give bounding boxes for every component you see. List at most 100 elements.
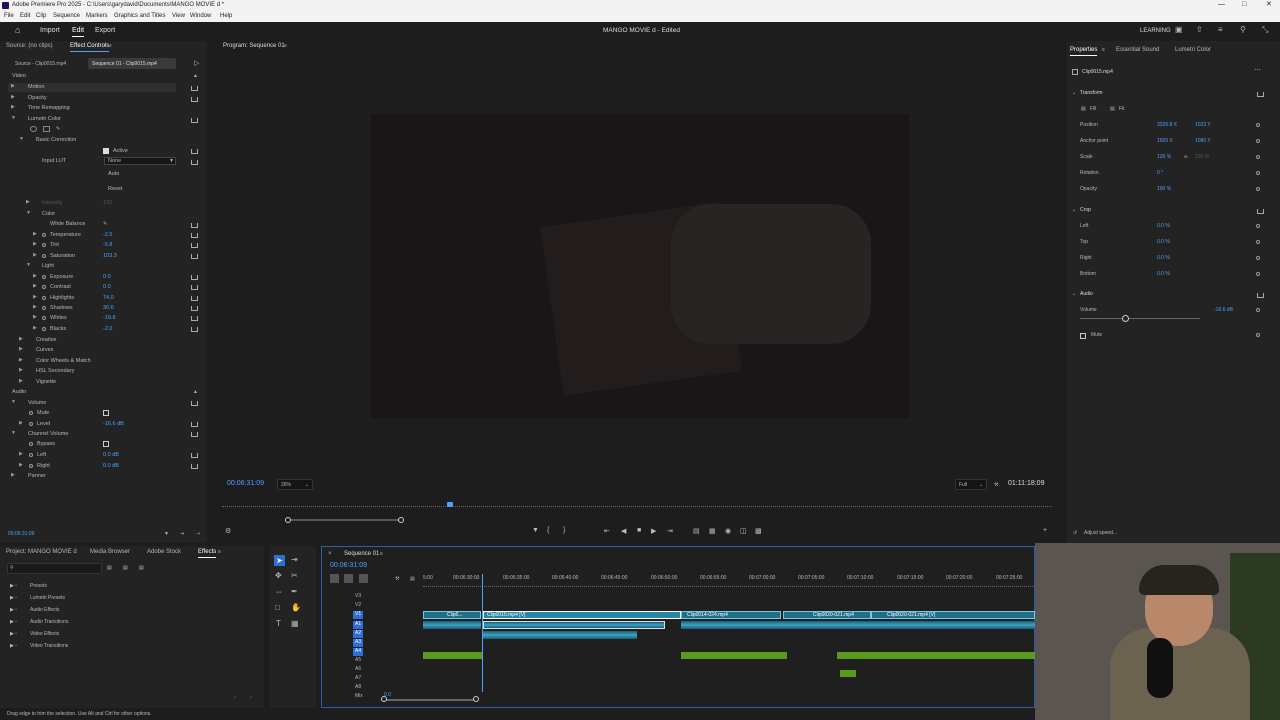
expand-panner-icon[interactable]: ▶: [11, 472, 15, 478]
collapse-volume-icon[interactable]: ▼: [11, 399, 16, 405]
pen-mask-icon[interactable]: ✎: [56, 124, 60, 134]
stop-button[interactable]: ■: [637, 527, 641, 534]
expand-intensity-icon[interactable]: ▶: [26, 199, 30, 205]
blacks-stopwatch-icon[interactable]: [42, 327, 46, 331]
rotation-value[interactable]: 0 °: [1157, 168, 1163, 178]
caption-tool-icon[interactable]: ▦: [291, 619, 299, 629]
crop-right-keyframe-icon[interactable]: [1256, 256, 1260, 260]
timeline-close-icon[interactable]: ×: [328, 549, 332, 559]
shadows-value[interactable]: 30.6: [103, 303, 114, 313]
expand-motion-icon[interactable]: ▶: [11, 83, 15, 89]
scale-keyframe-icon[interactable]: [1256, 155, 1260, 159]
collapse-basic-correction-icon[interactable]: ▼: [19, 136, 24, 142]
reset-wb-icon[interactable]: [191, 223, 198, 228]
exposure-stopwatch-icon[interactable]: [42, 275, 46, 279]
volume-slider-handle[interactable]: [1122, 315, 1129, 322]
collapse-audio-icon[interactable]: ⌄: [1072, 289, 1076, 299]
yuv-effects-icon[interactable]: ▤: [139, 563, 144, 573]
program-menu-icon[interactable]: ≡: [284, 41, 287, 51]
home-icon[interactable]: ⌂: [15, 25, 20, 35]
menu-clip[interactable]: Clip: [36, 11, 46, 21]
menu-file[interactable]: File: [4, 11, 14, 21]
playhead-marker[interactable]: [447, 502, 453, 507]
mark-in-icon[interactable]: {: [547, 527, 549, 534]
audio-clip-a7-1[interactable]: [840, 670, 856, 677]
reset-right-icon[interactable]: [191, 464, 198, 469]
opacity-keyframe-icon[interactable]: [1256, 187, 1260, 191]
reset-channel-volume-icon[interactable]: [191, 432, 198, 437]
close-button[interactable]: ✕: [1266, 0, 1272, 10]
reset-basic-icon[interactable]: [191, 149, 198, 154]
zoom-scroll-bar[interactable]: [287, 519, 401, 521]
crop-right-value[interactable]: 0.0 %: [1157, 253, 1170, 263]
proxy-icon[interactable]: ▩: [755, 527, 762, 535]
reset-contrast-icon[interactable]: [191, 285, 198, 290]
highlights-stopwatch-icon[interactable]: [42, 296, 46, 300]
reset-lumetri-icon[interactable]: [191, 118, 198, 123]
wrench-icon[interactable]: ⚒: [994, 480, 998, 490]
expand-shadows-icon[interactable]: ▶: [33, 304, 37, 310]
volume-slider-track[interactable]: [1080, 318, 1200, 319]
expand-contrast-icon[interactable]: ▶: [33, 283, 37, 289]
transform-label[interactable]: Transform: [1080, 88, 1103, 98]
contrast-stopwatch-icon[interactable]: [42, 285, 46, 289]
exposure-value[interactable]: 0.0: [103, 272, 111, 282]
tab-source[interactable]: Source: (no clips): [6, 41, 53, 51]
menu-edit[interactable]: Edit: [20, 11, 30, 21]
shadows-stopwatch-icon[interactable]: [42, 306, 46, 310]
adjust-speed-link[interactable]: Adjust speed...: [1084, 528, 1117, 538]
export-frame-icon[interactable]: ⇢: [196, 529, 200, 539]
expand-level-icon[interactable]: ▶: [19, 420, 23, 426]
reset-whites-icon[interactable]: [191, 316, 198, 321]
audio-scroll-up-icon[interactable]: ▲: [193, 387, 198, 397]
expand-highlights-icon[interactable]: ▶: [33, 294, 37, 300]
type-tool-icon[interactable]: T: [276, 619, 281, 629]
audio-label[interactable]: Audio: [1080, 289, 1093, 299]
color-group-label[interactable]: Color: [42, 209, 55, 219]
pen-tool-icon[interactable]: ✒: [291, 587, 298, 597]
tab-properties[interactable]: Properties: [1070, 45, 1098, 56]
tint-stopwatch-icon[interactable]: [42, 243, 46, 247]
expand-whites-icon[interactable]: ▶: [33, 314, 37, 320]
expand-hsl-icon[interactable]: ▶: [19, 367, 23, 373]
mute-checkbox[interactable]: [103, 410, 109, 416]
collapse-lumetri-icon[interactable]: ▼: [11, 115, 16, 121]
timeline-menu-icon[interactable]: ≡: [380, 549, 383, 559]
tab-project[interactable]: Project: MANGO MOVIE d: [6, 547, 77, 557]
reset-transform-icon[interactable]: [1257, 92, 1264, 97]
audio-clip-a1-1[interactable]: [423, 621, 481, 629]
tab-media-browser[interactable]: Media Browser: [90, 547, 130, 557]
tab-export[interactable]: Export: [95, 26, 115, 36]
collapse-light-icon[interactable]: ▼: [26, 262, 31, 268]
menu-help[interactable]: Help: [220, 11, 232, 21]
mute-stopwatch-icon[interactable]: [29, 411, 33, 415]
filter-icon[interactable]: ▼: [164, 529, 169, 539]
track-mix[interactable]: Mix: [355, 691, 363, 701]
comparison-view-icon[interactable]: ◫: [740, 527, 747, 535]
fit-label[interactable]: Fit: [1119, 104, 1125, 114]
effect-controls-timecode[interactable]: 00:06:31:09: [8, 529, 34, 539]
reset-blacks-icon[interactable]: [191, 327, 198, 332]
reset-level-icon[interactable]: [191, 422, 198, 427]
expand-curves-icon[interactable]: ▶: [19, 346, 23, 352]
reset-left-icon[interactable]: [191, 453, 198, 458]
whites-value[interactable]: -19.8: [103, 313, 116, 323]
speed-icon[interactable]: ↺: [1073, 528, 1077, 538]
lumetri-creative[interactable]: Creative: [36, 335, 56, 345]
toggle-timeline-icon[interactable]: ▷: [194, 59, 199, 69]
panel-layout-icon[interactable]: ▣: [1175, 25, 1183, 35]
expand-temperature-icon[interactable]: ▶: [33, 231, 37, 237]
left-value[interactable]: 0.0 dB: [103, 450, 119, 460]
ripple-edit-tool-icon[interactable]: ✥: [275, 571, 282, 581]
collapse-crop-icon[interactable]: ⌄: [1072, 205, 1076, 215]
position-keyframe-icon[interactable]: [1256, 123, 1260, 127]
timeline-timecode[interactable]: 00:06:31:09: [330, 561, 367, 571]
lumetri-color-wheels[interactable]: Color Wheels & Match: [36, 356, 91, 366]
tab-edit[interactable]: Edit: [72, 26, 85, 37]
more-options-icon[interactable]: ⋯: [1254, 66, 1261, 76]
effect-time-remapping[interactable]: Time Remapping: [28, 103, 70, 113]
channel-volume-effect[interactable]: Channel Volume: [28, 429, 68, 439]
settings-icon[interactable]: ⚙: [225, 527, 231, 535]
mute-keyframe-icon[interactable]: [1256, 333, 1260, 337]
folder-video-transitions[interactable]: ▶ ▫: [10, 641, 17, 651]
